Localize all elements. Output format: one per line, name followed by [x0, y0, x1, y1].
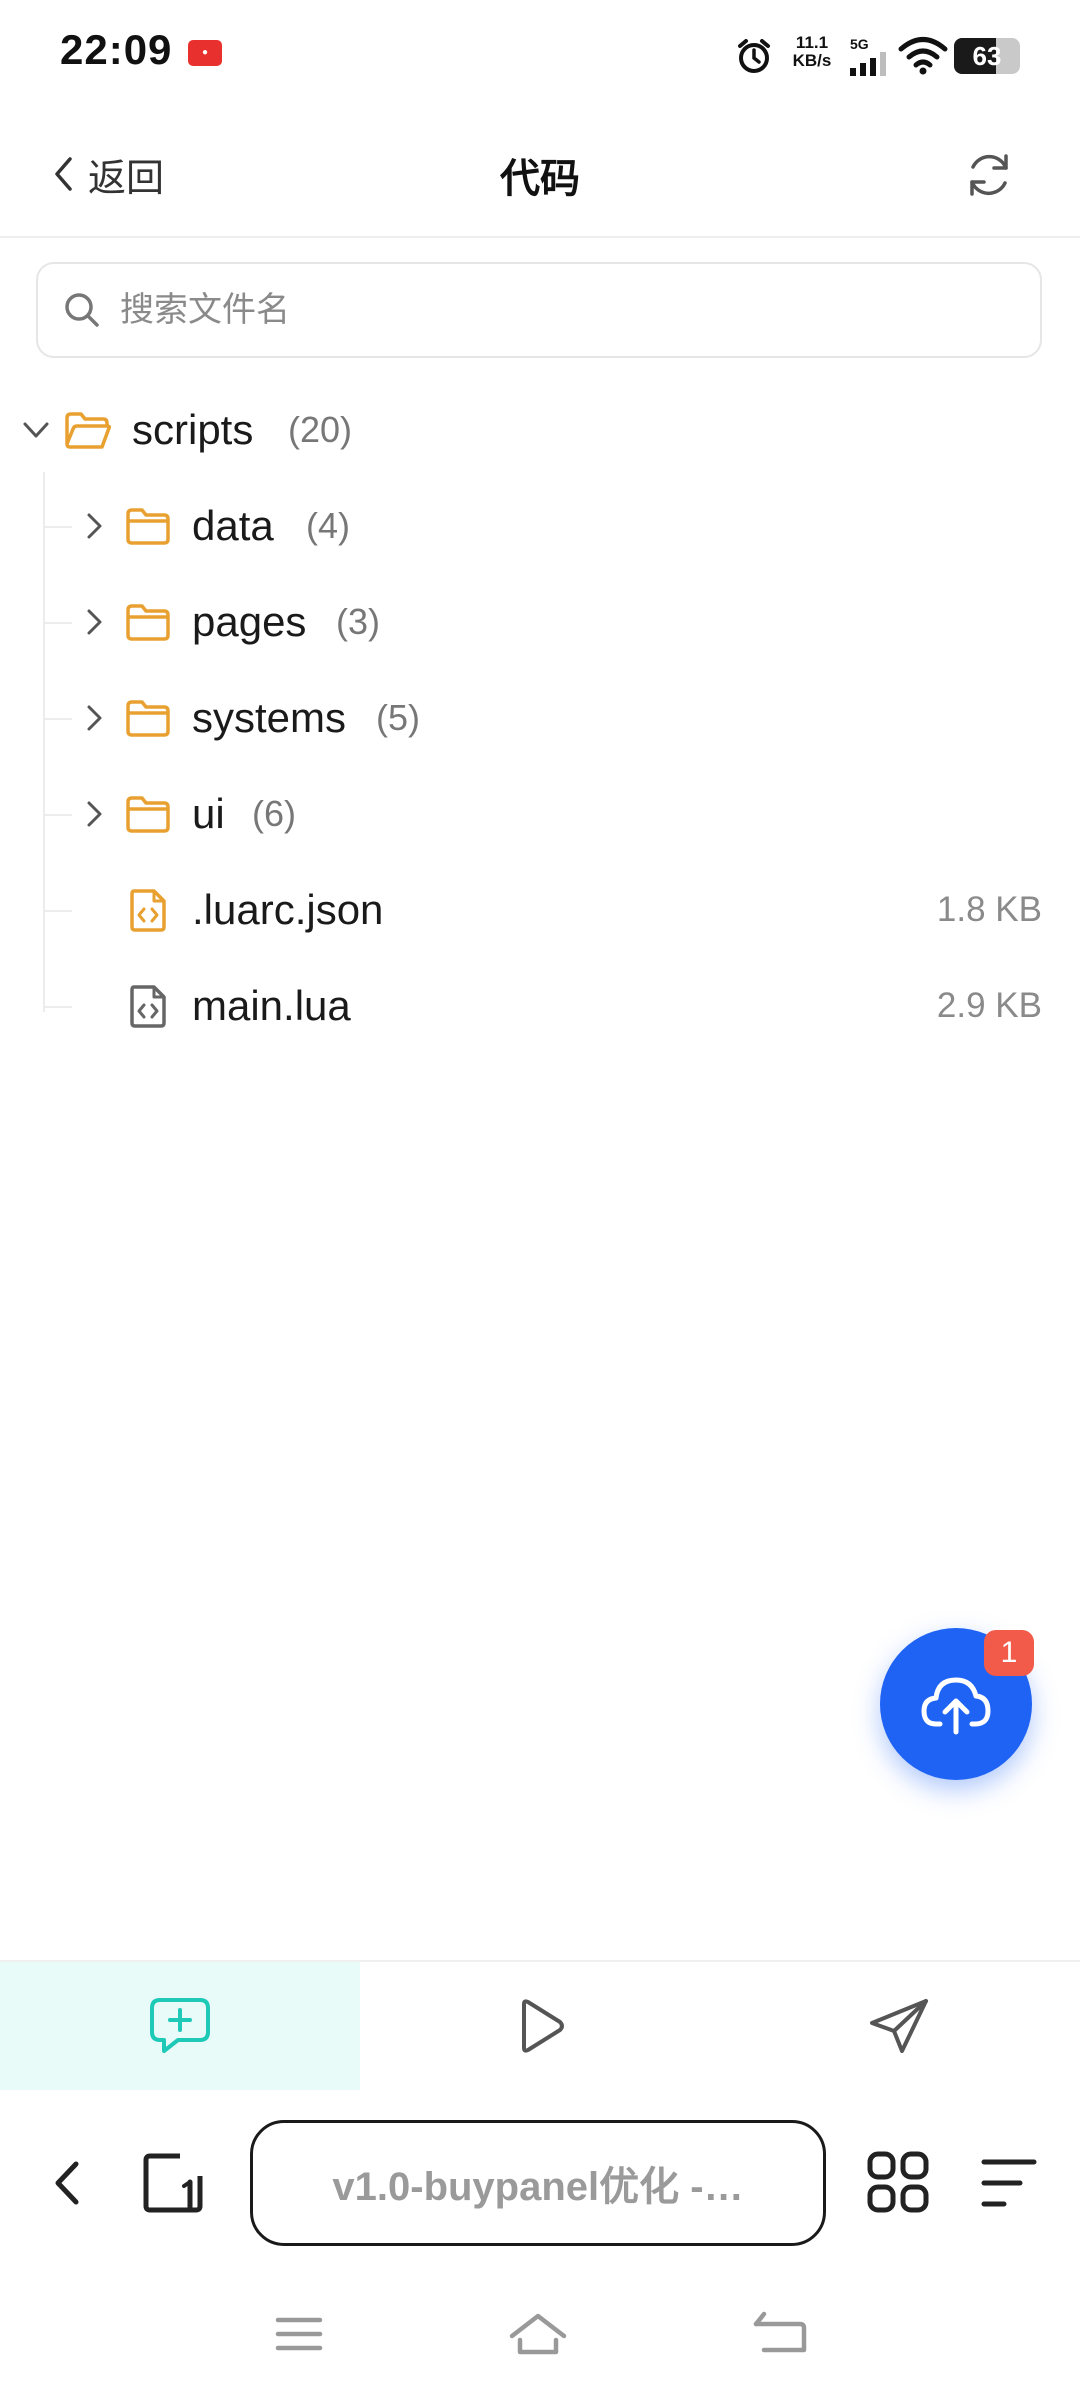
- tree-row-folder[interactable]: ui (6): [0, 766, 1080, 862]
- browser-toolbar: v1.0-buypanel优化 -…: [0, 2090, 1080, 2276]
- bottom-action-bar: [0, 1960, 1080, 2090]
- chevron-right-icon[interactable]: [78, 510, 110, 542]
- upload-count-badge: 1: [984, 1630, 1034, 1676]
- net-speed-value: 11.1: [795, 33, 829, 52]
- chevron-right-icon[interactable]: [78, 702, 110, 734]
- file-size: 1.8 KB: [936, 890, 1042, 929]
- tree-root-count: (20): [288, 409, 353, 450]
- folder-name: ui: [192, 790, 225, 837]
- code-file-icon: [130, 985, 166, 1028]
- play-icon: [522, 1999, 564, 2053]
- tabs-icon[interactable]: [142, 2152, 206, 2214]
- page-title: 代码: [500, 157, 580, 201]
- search-icon: [65, 293, 99, 327]
- grid-icon[interactable]: [866, 2150, 930, 2214]
- send-icon: [870, 1999, 928, 2053]
- status-time: 22:09: [60, 26, 173, 73]
- net-speed-unit: KB/s: [792, 51, 832, 70]
- folder-icon: [126, 508, 170, 545]
- folder-name: systems: [192, 694, 347, 741]
- folder-count: (5): [376, 697, 420, 738]
- tab-send[interactable]: [720, 1962, 1080, 2090]
- folder-name: data: [192, 502, 274, 549]
- browser-back-icon[interactable]: [48, 2158, 88, 2208]
- wifi-icon: [898, 37, 948, 75]
- recents-menu-icon[interactable]: [274, 2314, 324, 2354]
- signal-type-label: 5G: [850, 36, 869, 52]
- signal-bars-icon: [850, 52, 886, 76]
- refresh-icon: [970, 154, 1008, 196]
- address-bar[interactable]: v1.0-buypanel优化 -…: [250, 2120, 826, 2246]
- tab-chat[interactable]: [0, 1962, 360, 2090]
- chevron-right-icon[interactable]: [78, 606, 110, 638]
- app-header: 返回 代码: [0, 110, 1080, 238]
- chevron-down-icon[interactable]: [20, 414, 52, 446]
- json-file-icon: [130, 889, 166, 932]
- tab-run[interactable]: [360, 1962, 720, 2090]
- folder-count: (4): [306, 505, 350, 546]
- search-input[interactable]: [120, 290, 1000, 330]
- file-size: 2.9 KB: [936, 986, 1042, 1025]
- net-speed: 11.1 KB/s: [788, 34, 836, 70]
- tree-row-folder[interactable]: systems (5): [0, 670, 1080, 766]
- search-box[interactable]: [36, 262, 1042, 358]
- refresh-button[interactable]: [962, 148, 1016, 202]
- battery-percent: 63: [972, 41, 1002, 71]
- file-name: .luarc.json: [192, 886, 384, 933]
- folder-count: (6): [252, 793, 296, 834]
- address-bar-text: v1.0-buypanel优化 -…: [332, 2165, 744, 2209]
- cloud-upload-icon: [921, 1677, 991, 1735]
- system-navigation-bar: [0, 2276, 1080, 2400]
- tree-row-folder[interactable]: data (4): [0, 478, 1080, 574]
- tree-row-file[interactable]: main.lua 2.9 KB: [0, 958, 1080, 1054]
- tree-row-file[interactable]: .luarc.json 1.8 KB: [0, 862, 1080, 958]
- chevron-right-icon[interactable]: [78, 798, 110, 830]
- folder-count: (3): [336, 601, 380, 642]
- folder-name: pages: [192, 598, 307, 645]
- tree-row-scripts[interactable]: scripts (20): [0, 382, 1080, 478]
- status-bar: 22:09 ● 11.1 KB/s 5G 63: [0, 0, 1080, 110]
- folder-open-icon: [65, 412, 111, 449]
- back-nav-icon[interactable]: [752, 2310, 808, 2356]
- folder-icon: [126, 796, 170, 833]
- alarm-icon: [738, 39, 770, 73]
- file-name: main.lua: [192, 982, 351, 1029]
- folder-icon: [126, 700, 170, 737]
- folder-icon: [126, 604, 170, 641]
- menu-icon[interactable]: [980, 2156, 1038, 2210]
- tree-root-name: scripts: [132, 406, 254, 453]
- home-icon[interactable]: [508, 2310, 568, 2358]
- notification-app-icon: ●: [188, 40, 222, 66]
- chat-add-icon: [150, 1998, 210, 2053]
- tree-row-folder[interactable]: pages (3): [0, 574, 1080, 670]
- battery-indicator: 63: [954, 38, 1020, 74]
